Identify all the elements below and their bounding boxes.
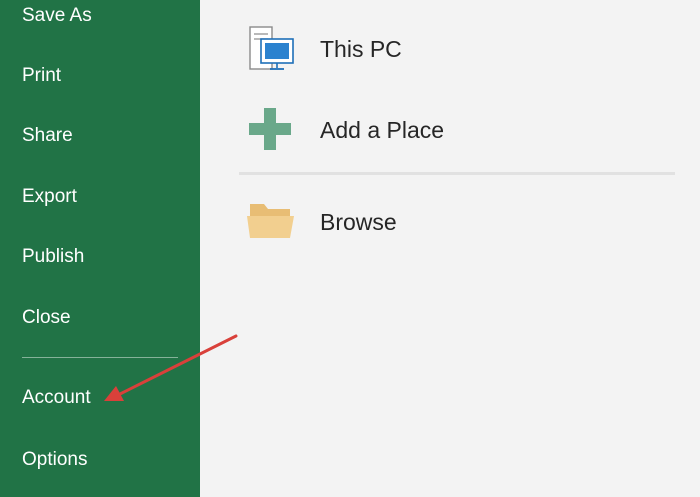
places-divider [239, 172, 675, 175]
this-pc-icon [249, 26, 294, 70]
nav-publish[interactable]: Publish [22, 245, 84, 269]
nav-save-as[interactable]: Save As [22, 4, 92, 28]
place-this-pc-label: This PC [320, 36, 402, 62]
plus-icon [249, 108, 291, 150]
nav-print[interactable]: Print [22, 64, 61, 88]
place-browse[interactable]: Browse [240, 196, 680, 256]
place-browse-label: Browse [320, 209, 397, 235]
nav-share[interactable]: Share [22, 124, 73, 148]
nav-options[interactable]: Options [22, 448, 87, 472]
nav-account[interactable]: Account [22, 386, 91, 410]
nav-close[interactable]: Close [22, 306, 71, 330]
folder-icon [247, 204, 294, 238]
backstage-sidebar: Save As Print Share Export Publish Close… [0, 0, 200, 497]
sidebar-divider [22, 357, 178, 358]
place-this-pc[interactable]: This PC [240, 22, 680, 82]
nav-export[interactable]: Export [22, 185, 77, 209]
place-add-a-place[interactable]: Add a Place [240, 104, 680, 164]
places-panel: This PC Add a Place Browse [200, 0, 700, 497]
place-add-a-place-label: Add a Place [320, 117, 445, 143]
